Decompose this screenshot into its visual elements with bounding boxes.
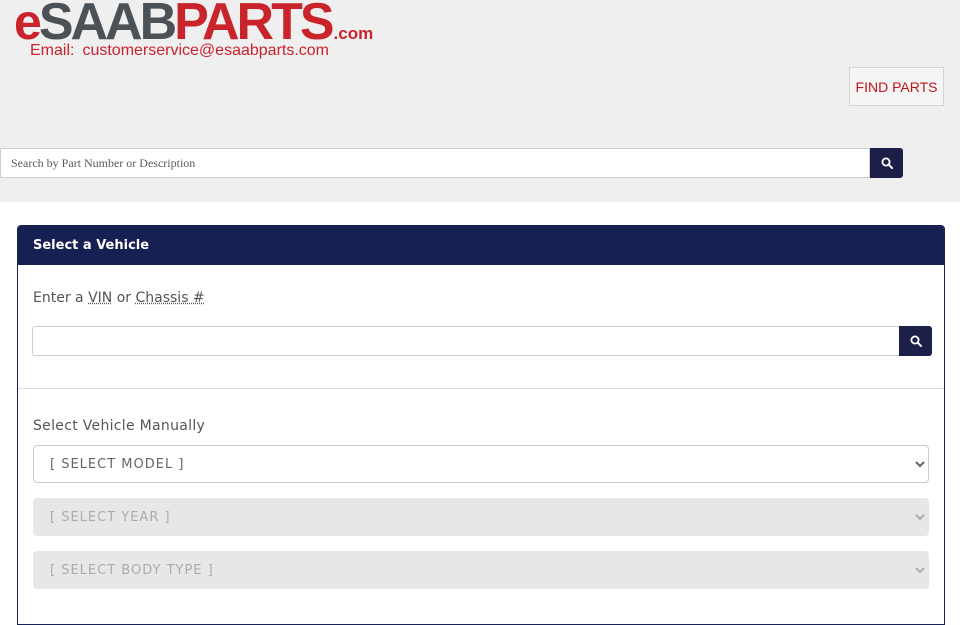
email-label: Email:: [30, 42, 75, 59]
model-select[interactable]: [ SELECT MODEL ]: [33, 445, 929, 483]
find-parts-button[interactable]: FIND PARTS: [849, 67, 944, 106]
year-select[interactable]: [ SELECT YEAR ]: [33, 498, 929, 536]
logo-com: .com: [333, 24, 374, 43]
vin-input[interactable]: [32, 326, 900, 356]
panel-title: Select a Vehicle: [18, 226, 944, 265]
panel-divider: [18, 388, 944, 389]
vin-prompt-prefix: Enter a: [33, 290, 84, 306]
manual-select-label: Select Vehicle Manually: [33, 418, 206, 434]
part-search-input[interactable]: [0, 148, 870, 178]
search-icon: [881, 157, 893, 169]
search-icon: [910, 335, 922, 347]
site-header: eSAABPARTS .com Email: customerservice@esa…: [0, 0, 960, 202]
select-vehicle-panel: Select a Vehicle Enter a VIN or Chassis …: [17, 225, 945, 625]
vin-prompt: Enter a VIN or Chassis #: [33, 290, 205, 306]
vin-prompt-or: or: [116, 290, 132, 306]
esaabparts-logo[interactable]: eSAABPARTS .com: [14, 0, 374, 51]
body-type-select[interactable]: [ SELECT BODY TYPE ]: [33, 551, 929, 589]
vin-search-button[interactable]: [899, 326, 932, 356]
vin-abbr[interactable]: VIN: [88, 290, 112, 306]
email-link[interactable]: customerservice@esaabparts.com: [82, 42, 329, 59]
chassis-abbr[interactable]: Chassis #: [135, 290, 204, 306]
part-search-button[interactable]: [870, 148, 903, 178]
contact-email: Email: customerservice@esaabparts.com: [30, 42, 329, 60]
